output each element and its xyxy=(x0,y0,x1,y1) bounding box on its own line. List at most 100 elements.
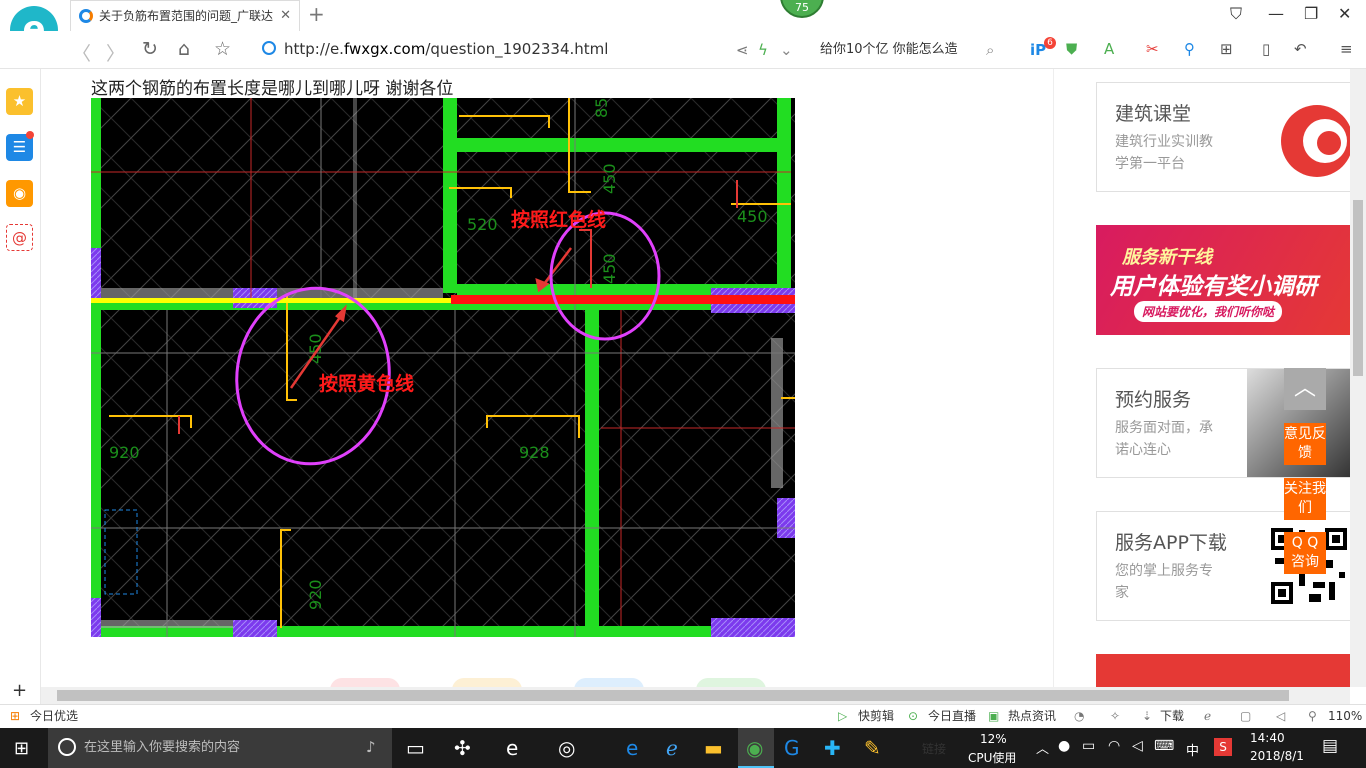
dim-label: 850 xyxy=(592,98,611,118)
status-bar: ⊞ 今日优选 ▷ 快剪辑 ⊙ 今日直播 ▣ 热点资讯 ◔ ✧ ⇣ 下载 ℯ ▢ … xyxy=(0,704,1366,728)
favorites-icon[interactable]: ★ xyxy=(6,88,33,115)
new-tab-button[interactable]: + xyxy=(308,2,325,26)
ie-icon[interactable]: ℯ xyxy=(1204,705,1211,728)
tab-title: 关于负筋布置范围的问题_广联达 xyxy=(99,9,274,23)
banner-line1: 服务新干线 xyxy=(1122,247,1212,268)
ie-browser-icon[interactable]: ℯ xyxy=(666,736,678,760)
clock-date[interactable]: 2018/8/1 xyxy=(1250,749,1304,763)
left-sidebar xyxy=(0,69,41,704)
browser-app-icon[interactable]: ◉ xyxy=(746,736,763,760)
dim-label: 920 xyxy=(306,579,325,610)
volume-icon[interactable]: ◁ xyxy=(1276,705,1285,728)
broom-icon[interactable]: ✧ xyxy=(1110,705,1120,728)
dim-label: 928 xyxy=(519,443,550,462)
speaker-icon[interactable]: ◁ xyxy=(1132,738,1143,754)
ime-indicator[interactable]: 中 xyxy=(1186,740,1199,759)
zoom-icon: ⚲ xyxy=(1308,709,1317,723)
window-icon[interactable]: ▢ xyxy=(1240,705,1251,728)
taskbar-search-input[interactable]: 在这里输入你要搜索的内容 xyxy=(48,728,392,768)
shield-icon[interactable]: ⛊ xyxy=(1066,40,1077,58)
notes-app-icon[interactable]: ✎ xyxy=(864,736,881,760)
add-sidebar-icon[interactable]: + xyxy=(12,680,27,701)
horizontal-scrollbar[interactable] xyxy=(41,687,1350,704)
status-item[interactable]: 今日直播 xyxy=(928,705,976,728)
links-label[interactable]: 链接 xyxy=(922,740,946,757)
shirt-icon[interactable]: ⛉ xyxy=(1230,4,1242,24)
vertical-scrollbar[interactable] xyxy=(1350,69,1366,687)
flame-logo-icon xyxy=(1281,105,1351,177)
annotation-red-text: 按照红色线 xyxy=(511,208,606,231)
speed-icon[interactable]: ◔ xyxy=(1074,705,1084,728)
back-icon[interactable]: 〈 xyxy=(72,39,91,66)
status-item[interactable]: 热点资讯 xyxy=(1008,705,1056,728)
share-icon[interactable]: ⋖ xyxy=(736,41,749,59)
follow-us-button[interactable]: 关注我们 xyxy=(1284,478,1326,520)
reader-icon[interactable]: ▯ xyxy=(1262,40,1270,58)
address-bar[interactable]: http://e.fwxgx.com/question_1902334.html xyxy=(284,40,608,58)
cad-drawing[interactable]: 850 450 450 520 920 928 450 920 450 按照红色… xyxy=(91,98,795,637)
menu-icon[interactable]: ≡ xyxy=(1340,40,1353,58)
refresh-icon[interactable]: ↻ xyxy=(142,38,158,60)
undo-icon[interactable]: ↶ xyxy=(1294,40,1307,58)
g-app-icon[interactable]: G xyxy=(784,736,800,760)
clock-time[interactable]: 14:40 xyxy=(1250,731,1285,745)
plus-app-icon[interactable]: ✚ xyxy=(824,736,841,760)
dim-label: 920 xyxy=(109,443,140,462)
bell-app-icon[interactable]: ◎ xyxy=(558,736,575,760)
cpu-label: CPU使用 xyxy=(968,751,1017,765)
ad-banner-partial[interactable] xyxy=(1096,654,1351,687)
task-view-icon[interactable]: ▭ xyxy=(406,736,425,760)
lightning-icon[interactable]: ϟ xyxy=(758,41,768,59)
folder-icon[interactable]: ▬ xyxy=(704,736,723,760)
survey-banner[interactable]: 服务新干线 用户体验有奖小调研 网站要优化，我们听你哒 xyxy=(1096,225,1351,335)
zoom-level[interactable]: 110% xyxy=(1328,705,1362,728)
tray-up-icon[interactable]: ︿ xyxy=(1036,738,1049,757)
fan-app-icon[interactable]: ✣ xyxy=(454,736,471,760)
forward-icon[interactable]: 〉 xyxy=(106,39,125,66)
chevron-down-icon[interactable]: ⌄ xyxy=(780,41,793,59)
translate-icon[interactable]: A xyxy=(1104,40,1114,58)
qq-consult-button[interactable]: Q Q 咨询 xyxy=(1284,532,1326,574)
red-line-marker xyxy=(451,295,795,304)
dim-label: 450 xyxy=(600,163,619,194)
restore-button[interactable]: ❐ xyxy=(1304,4,1318,23)
status-item[interactable]: 快剪辑 xyxy=(858,705,894,728)
keyboard-icon[interactable]: ⌨ xyxy=(1154,738,1174,754)
tab-active[interactable]: 关于负筋布置范围的问题_广联达 ✕ xyxy=(70,0,300,32)
edge-icon[interactable]: e xyxy=(506,736,518,760)
search-icon[interactable]: ⌕ xyxy=(986,41,994,59)
scroll-thumb[interactable] xyxy=(57,690,1289,701)
apps-grid-icon[interactable]: ⊞ xyxy=(1220,40,1233,58)
site-security-icon[interactable] xyxy=(262,41,276,55)
weibo-icon[interactable]: ◉ xyxy=(6,180,33,207)
card-building-class[interactable]: 建筑课堂 建筑行业实训教学第一平台 xyxy=(1096,82,1351,192)
download-icon: ⇣ xyxy=(1142,709,1153,723)
question-title: 这两个钢筋的布置长度是哪儿到哪儿呀 谢谢各位 xyxy=(91,79,454,99)
microphone-icon[interactable]: ♪ xyxy=(366,738,376,756)
download-link[interactable]: 下载 xyxy=(1160,705,1184,728)
news-icon: ▣ xyxy=(988,709,1000,723)
back-to-top-button[interactable]: ︿ xyxy=(1284,368,1326,410)
home-icon[interactable]: ⌂ xyxy=(178,38,190,60)
close-window-button[interactable]: ✕ xyxy=(1338,4,1351,23)
card-title: 服务APP下载 xyxy=(1115,532,1227,554)
notification-bell-icon[interactable]: ● xyxy=(1058,738,1070,754)
scissors-icon[interactable]: ✂ xyxy=(1146,40,1159,58)
magnifier-icon[interactable]: ⚲ xyxy=(1184,40,1195,58)
daily-picks-link[interactable]: 今日优选 xyxy=(30,705,78,728)
sogou-icon[interactable]: S xyxy=(1214,738,1232,756)
wifi-icon[interactable]: ◠ xyxy=(1108,738,1120,754)
favorite-star-icon[interactable]: ☆ xyxy=(214,38,231,60)
action-center-icon[interactable]: ▤ xyxy=(1322,736,1338,756)
windows-start-icon[interactable]: ⊞ xyxy=(14,738,29,759)
tab-close-icon[interactable]: ✕ xyxy=(280,1,291,31)
scroll-thumb[interactable] xyxy=(1353,200,1363,376)
search-input[interactable]: 给你10个亿 你能怎么造 xyxy=(812,39,1008,61)
cortana-icon[interactable] xyxy=(58,738,76,756)
battery-icon[interactable]: ▭ xyxy=(1082,738,1095,754)
dim-label: 450 xyxy=(600,253,619,284)
email-icon[interactable]: @ xyxy=(6,224,33,251)
minimize-button[interactable]: — xyxy=(1268,4,1284,23)
edge-browser-icon[interactable]: e xyxy=(626,736,638,760)
feedback-button[interactable]: 意见反馈 xyxy=(1284,423,1326,465)
